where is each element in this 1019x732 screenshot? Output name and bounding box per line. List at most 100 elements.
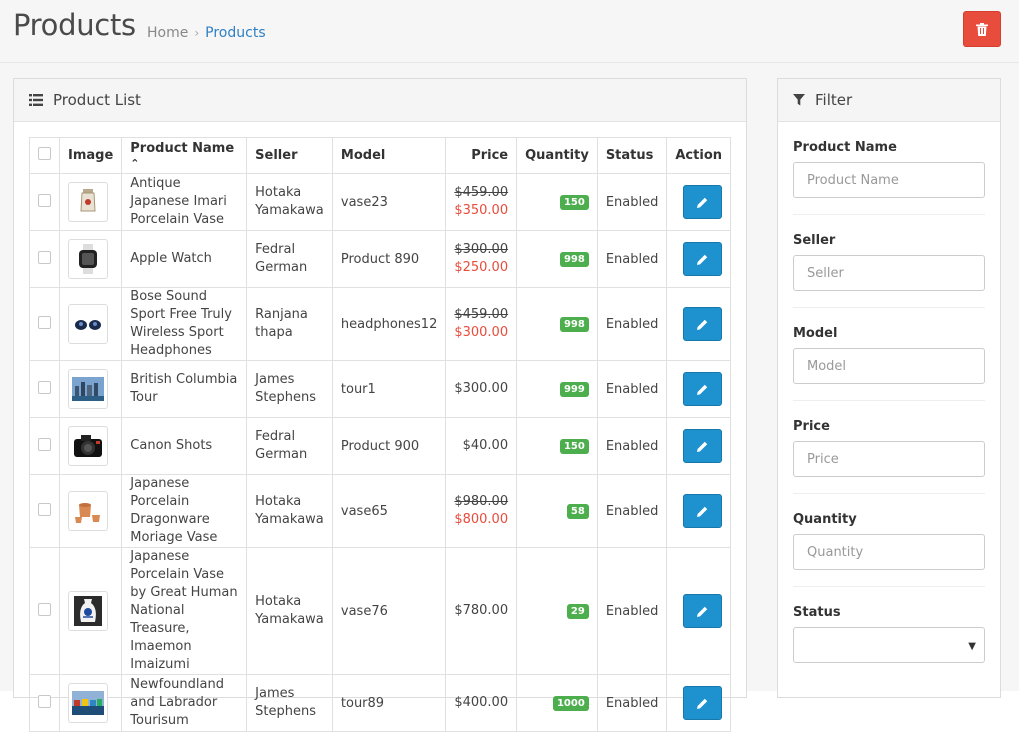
quantity-badge: 998 — [559, 252, 589, 267]
product-list-panel: Product List Image Product Name ⌃ Seller… — [13, 78, 747, 732]
row-select-cell — [29, 474, 60, 548]
pencil-icon — [697, 254, 708, 265]
earbuds-icon — [73, 315, 103, 333]
porcelain-vase-icon — [74, 596, 102, 626]
row-checkbox[interactable] — [38, 502, 51, 516]
edit-button[interactable] — [683, 307, 722, 341]
quantity-badge: 150 — [559, 195, 589, 210]
filter-quantity-input[interactable] — [793, 534, 985, 570]
column-model[interactable]: Model — [331, 137, 447, 174]
filter-model-input[interactable] — [793, 348, 985, 384]
column-price[interactable]: Price — [445, 137, 518, 174]
edit-button[interactable] — [683, 242, 722, 276]
filter-status-select[interactable]: ▼ — [793, 627, 985, 663]
teaset-icon — [73, 497, 103, 525]
seller-cell: Hotaka Yamakawa — [246, 547, 333, 675]
edit-button[interactable] — [683, 185, 722, 219]
row-select-cell — [29, 417, 60, 475]
status-cell: Enabled — [596, 674, 668, 732]
price-value: $300.00 — [454, 381, 509, 396]
pencil-icon — [697, 384, 708, 395]
product-name-cell: Apple Watch — [121, 230, 248, 288]
row-checkbox[interactable] — [38, 602, 51, 616]
filter-quantity-label: Quantity — [793, 512, 857, 527]
filter-product-name-input[interactable] — [793, 162, 985, 198]
table-row: Antique Japanese Imari Porcelain Vase Hot… — [29, 173, 731, 231]
row-checkbox[interactable] — [38, 380, 51, 394]
row-checkbox[interactable] — [38, 250, 51, 264]
image-cell — [58, 360, 123, 418]
pencil-icon — [697, 606, 708, 617]
product-name-cell: Newfoundland and Labrador Tourisum — [121, 674, 248, 732]
action-cell — [666, 173, 731, 231]
filter-price-input[interactable] — [793, 441, 985, 477]
product-name-cell: Japanese Porcelain Dragonware Moriage Va… — [121, 474, 248, 548]
camera-icon — [72, 433, 104, 459]
original-price: $980.00 — [454, 494, 509, 509]
select-all-cell — [29, 137, 60, 174]
product-list-heading: Product List — [14, 79, 746, 122]
column-quantity[interactable]: Quantity — [516, 137, 598, 174]
row-checkbox[interactable] — [38, 694, 51, 708]
special-price: $250.00 — [454, 260, 509, 275]
price-cell: $400.00 — [445, 674, 518, 732]
product-name-cell: Japanese Porcelain Vase by Great Human N… — [121, 547, 248, 675]
row-select-cell — [29, 360, 60, 418]
edit-button[interactable] — [683, 594, 722, 628]
quantity-badge: 998 — [559, 317, 589, 332]
quantity-cell: 58 — [516, 474, 598, 548]
column-product-name[interactable]: Product Name ⌃ — [121, 137, 248, 174]
pencil-icon — [697, 698, 708, 709]
filter-product-name-group: Product Name — [793, 122, 985, 215]
price-cell: $459.00 $350.00 — [445, 173, 518, 231]
special-price: $350.00 — [454, 203, 509, 218]
watch-icon — [77, 244, 99, 274]
filter-product-name-label: Product Name — [793, 140, 897, 155]
select-all-checkbox[interactable] — [38, 147, 51, 160]
harbor-photo-icon — [72, 691, 104, 715]
filter-title: Filter — [815, 91, 853, 109]
quantity-badge: 29 — [566, 604, 589, 619]
price-cell: $459.00 $300.00 — [445, 287, 518, 361]
model-cell: Product 900 — [331, 417, 447, 475]
row-checkbox[interactable] — [38, 315, 51, 329]
row-select-cell — [29, 230, 60, 288]
image-cell — [58, 547, 123, 675]
seller-cell: Hotaka Yamakawa — [246, 474, 333, 548]
delete-button[interactable] — [963, 11, 1001, 47]
table-row: Japanese Porcelain Vase by Great Human N… — [29, 547, 731, 675]
row-select-cell — [29, 173, 60, 231]
product-thumbnail — [68, 591, 108, 631]
trash-icon — [976, 22, 988, 36]
edit-button[interactable] — [683, 429, 722, 463]
page-header: Products Home › Products — [0, 0, 1019, 63]
pencil-icon — [697, 441, 708, 452]
price-value: $780.00 — [454, 603, 509, 618]
image-cell — [58, 674, 123, 732]
status-cell: Enabled — [596, 417, 668, 475]
breadcrumb: Home › Products — [147, 25, 266, 41]
seller-cell: Fedral German — [246, 230, 333, 288]
edit-button[interactable] — [683, 686, 722, 720]
breadcrumb-home-link[interactable]: Home — [147, 25, 188, 41]
column-status[interactable]: Status — [596, 137, 668, 174]
breadcrumb-current-link[interactable]: Products — [205, 25, 265, 41]
caret-down-icon: ▼ — [968, 641, 976, 652]
model-cell: vase65 — [331, 474, 447, 548]
edit-button[interactable] — [683, 494, 722, 528]
action-cell — [666, 474, 731, 548]
edit-button[interactable] — [683, 372, 722, 406]
filter-price-label: Price — [793, 419, 830, 434]
product-thumbnail — [68, 182, 108, 222]
price-value: $40.00 — [462, 438, 509, 453]
price-cell: $300.00 $250.00 — [445, 230, 518, 288]
price-value: $400.00 — [454, 695, 509, 710]
row-select-cell — [29, 674, 60, 732]
filter-seller-input[interactable] — [793, 255, 985, 291]
status-cell: Enabled — [596, 474, 668, 548]
special-price: $800.00 — [454, 512, 509, 527]
filter-model-group: Model — [793, 308, 985, 401]
image-cell — [58, 474, 123, 548]
row-checkbox[interactable] — [38, 437, 51, 451]
row-checkbox[interactable] — [38, 193, 51, 207]
